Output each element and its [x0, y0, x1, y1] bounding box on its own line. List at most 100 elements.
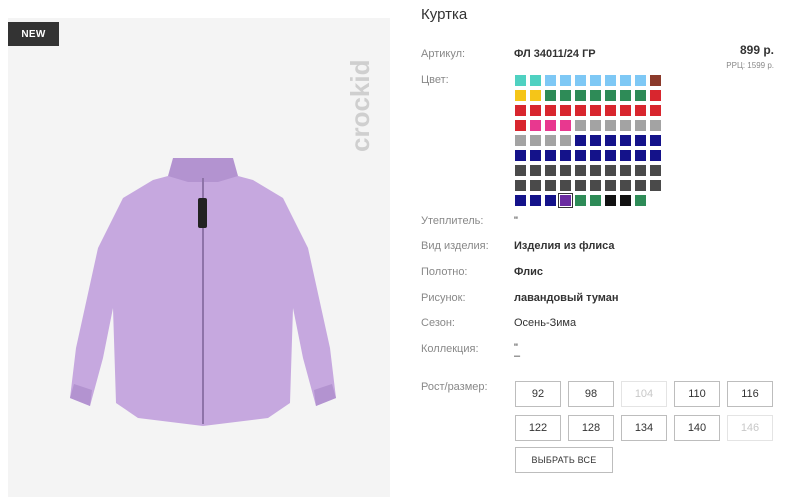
- color-swatch[interactable]: [530, 195, 541, 206]
- color-swatch[interactable]: [560, 135, 571, 146]
- color-swatch[interactable]: [545, 150, 556, 161]
- color-swatch[interactable]: [575, 195, 586, 206]
- color-swatch[interactable]: [545, 75, 556, 86]
- size-option[interactable]: 122: [515, 415, 561, 441]
- size-option[interactable]: 98: [568, 381, 614, 407]
- color-swatch[interactable]: [635, 165, 646, 176]
- color-swatch[interactable]: [590, 165, 601, 176]
- color-swatch[interactable]: [515, 105, 526, 116]
- product-photo[interactable]: [8, 18, 390, 497]
- color-swatch[interactable]: [560, 120, 571, 131]
- color-swatch[interactable]: [650, 135, 661, 146]
- color-swatch[interactable]: [515, 90, 526, 101]
- color-swatch[interactable]: [545, 135, 556, 146]
- color-swatch[interactable]: [515, 180, 526, 191]
- color-swatch[interactable]: [560, 90, 571, 101]
- color-swatch[interactable]: [605, 105, 616, 116]
- color-swatch[interactable]: [530, 180, 541, 191]
- color-swatch[interactable]: [530, 150, 541, 161]
- size-option[interactable]: 140: [674, 415, 720, 441]
- color-swatch[interactable]: [590, 105, 601, 116]
- color-swatch[interactable]: [558, 193, 573, 208]
- color-swatch[interactable]: [545, 120, 556, 131]
- color-swatch[interactable]: [620, 180, 631, 191]
- color-swatch[interactable]: [605, 75, 616, 86]
- color-swatch[interactable]: [545, 180, 556, 191]
- color-swatch[interactable]: [650, 120, 661, 131]
- color-swatch[interactable]: [605, 150, 616, 161]
- color-swatch[interactable]: [545, 195, 556, 206]
- color-swatch[interactable]: [620, 195, 631, 206]
- color-swatch[interactable]: [650, 90, 661, 101]
- color-swatch[interactable]: [650, 105, 661, 116]
- color-swatch[interactable]: [545, 165, 556, 176]
- color-swatch[interactable]: [560, 75, 571, 86]
- color-swatch[interactable]: [605, 180, 616, 191]
- color-swatch[interactable]: [605, 90, 616, 101]
- color-swatch[interactable]: [530, 90, 541, 101]
- color-swatch[interactable]: [650, 150, 661, 161]
- select-all-button[interactable]: ВЫБРАТЬ ВСЕ: [515, 447, 613, 473]
- color-swatch[interactable]: [515, 75, 526, 86]
- color-swatch[interactable]: [575, 150, 586, 161]
- color-swatch[interactable]: [515, 150, 526, 161]
- color-swatch[interactable]: [560, 180, 571, 191]
- color-swatch[interactable]: [575, 165, 586, 176]
- color-swatch[interactable]: [635, 120, 646, 131]
- color-swatch[interactable]: [605, 165, 616, 176]
- color-swatch[interactable]: [635, 150, 646, 161]
- color-swatch[interactable]: [575, 75, 586, 86]
- color-swatch[interactable]: [560, 165, 571, 176]
- color-swatch[interactable]: [590, 195, 601, 206]
- color-swatch[interactable]: [590, 150, 601, 161]
- color-swatch[interactable]: [620, 165, 631, 176]
- color-swatch[interactable]: [620, 150, 631, 161]
- color-swatch[interactable]: [650, 180, 661, 191]
- color-swatch[interactable]: [620, 90, 631, 101]
- color-swatch[interactable]: [620, 105, 631, 116]
- color-swatch[interactable]: [545, 90, 556, 101]
- color-swatch[interactable]: [530, 120, 541, 131]
- color-swatch[interactable]: [530, 135, 541, 146]
- color-swatch[interactable]: [635, 75, 646, 86]
- color-swatch[interactable]: [545, 105, 556, 116]
- color-swatch[interactable]: [650, 165, 661, 176]
- color-swatch[interactable]: [605, 120, 616, 131]
- size-option[interactable]: 134: [621, 415, 667, 441]
- color-swatch[interactable]: [635, 195, 646, 206]
- color-swatch[interactable]: [590, 90, 601, 101]
- color-swatch[interactable]: [635, 90, 646, 101]
- color-swatch[interactable]: [635, 180, 646, 191]
- color-swatch[interactable]: [530, 165, 541, 176]
- color-swatch[interactable]: [515, 135, 526, 146]
- color-swatch[interactable]: [605, 195, 616, 206]
- color-swatch[interactable]: [575, 90, 586, 101]
- size-option[interactable]: 92: [515, 381, 561, 407]
- color-swatch[interactable]: [650, 75, 661, 86]
- color-swatch[interactable]: [635, 105, 646, 116]
- color-swatch[interactable]: [515, 120, 526, 131]
- color-swatch[interactable]: [590, 120, 601, 131]
- size-option[interactable]: 110: [674, 381, 720, 407]
- size-option[interactable]: 128: [568, 415, 614, 441]
- color-swatch[interactable]: [620, 75, 631, 86]
- color-swatch[interactable]: [560, 150, 571, 161]
- color-swatch[interactable]: [635, 135, 646, 146]
- color-swatch[interactable]: [530, 105, 541, 116]
- color-swatch[interactable]: [605, 135, 616, 146]
- color-swatch[interactable]: [620, 120, 631, 131]
- color-swatch[interactable]: [530, 75, 541, 86]
- color-swatch[interactable]: [590, 75, 601, 86]
- color-swatch[interactable]: [620, 135, 631, 146]
- collection-value-2: –: [514, 350, 521, 362]
- color-swatch[interactable]: [575, 120, 586, 131]
- color-swatch[interactable]: [575, 135, 586, 146]
- color-swatch[interactable]: [575, 180, 586, 191]
- color-swatch[interactable]: [515, 165, 526, 176]
- color-swatch[interactable]: [575, 105, 586, 116]
- color-swatch[interactable]: [590, 135, 601, 146]
- color-swatch[interactable]: [590, 180, 601, 191]
- color-swatch[interactable]: [560, 105, 571, 116]
- color-swatch[interactable]: [515, 195, 526, 206]
- size-option[interactable]: 116: [727, 381, 773, 407]
